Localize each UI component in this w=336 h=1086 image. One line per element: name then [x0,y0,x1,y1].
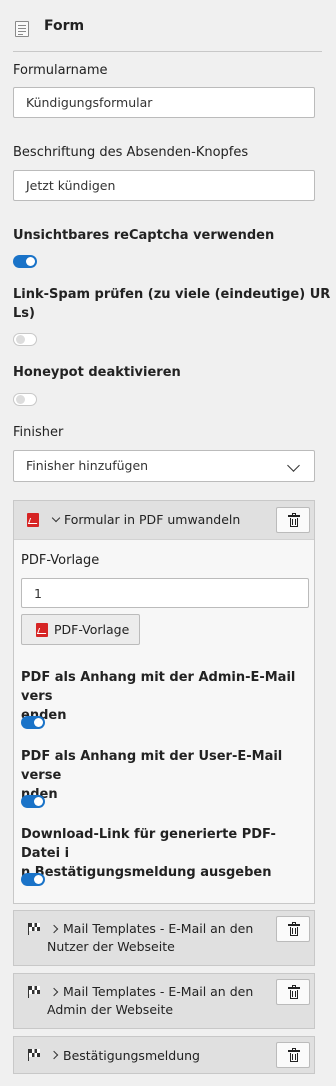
pdf-panel-body: PDF-Vorlage 1 PDF-Vorlage PDF als Anhang… [14,539,314,903]
finisher-select-value: Finisher hinzufügen [26,458,149,473]
pdf-icon [27,513,39,527]
pdf-template-button[interactable]: PDF-Vorlage [21,614,140,645]
pdf-icon [36,623,48,637]
user-attach-label: PDF als Anhang mit der User-E-Mail verse… [21,749,283,802]
trash-icon [288,1048,300,1062]
honeypot-toggle[interactable] [13,393,37,406]
chevron-down-icon [51,513,61,523]
recaptcha-label: Unsichtbares reCaptcha verwenden [13,228,275,243]
user-attach-toggle[interactable] [21,795,45,808]
linkspam-label: Link-Spam prüfen (zu viele (eindeutige) … [13,287,331,321]
pdf-panel-header[interactable]: Formular in PDF umwandeln [14,501,314,539]
download-link-label: Download-Link für generierte PDF-Datei i… [21,827,276,880]
confirmation-title: Bestätigungsmeldung [63,1048,200,1063]
confirmation-finisher-panel[interactable]: Bestätigungsmeldung [13,1036,315,1074]
chevron-right-icon [49,924,59,934]
delete-mail-admin-button[interactable] [276,979,310,1005]
mail-admin-title-line1: Mail Templates - E-Mail an den [63,984,254,999]
chevron-right-icon [49,987,59,997]
mail-user-title-line1: Mail Templates - E-Mail an den [63,921,254,936]
trash-icon [288,922,300,936]
delete-mail-user-button[interactable] [276,916,310,942]
finisher-select[interactable]: Finisher hinzufügen [13,450,315,482]
submit-label-label: Beschriftung des Absenden-Knopfes [13,145,249,160]
formname-label: Formularname [13,63,108,78]
flag-icon [28,923,41,935]
mail-admin-title-line2: Admin der Webseite [47,1002,174,1017]
flag-icon [28,1049,41,1061]
submit-label-input[interactable]: Jetzt kündigen [13,170,315,201]
page-title: Form [44,18,85,34]
pdf-finisher-panel: Formular in PDF umwandeln PDF-Vorlage 1 … [13,500,315,904]
header-divider [13,51,322,52]
form-icon [15,21,29,37]
pdf-template-button-label: PDF-Vorlage [54,622,130,637]
download-link-toggle[interactable] [21,873,45,886]
sidebar-header: Form [0,0,336,52]
delete-confirmation-button[interactable] [276,1042,310,1068]
pdf-template-input[interactable]: 1 [21,578,309,608]
mail-admin-finisher-panel[interactable]: Mail Templates - E-Mail an den Admin der… [13,973,315,1029]
admin-attach-label: PDF als Anhang mit der Admin-E-Mail vers… [21,670,296,723]
formname-input[interactable]: Kündigungsformular [13,87,315,118]
chevron-right-icon [49,1050,59,1060]
flag-icon [28,986,41,998]
admin-attach-toggle[interactable] [21,716,45,729]
trash-icon [288,513,300,527]
linkspam-toggle[interactable] [13,333,37,346]
mail-user-title-line2: Nutzer der Webseite [47,939,175,954]
trash-icon [288,985,300,999]
pdf-panel-title: Formular in PDF umwandeln [64,512,241,527]
pdf-template-label: PDF-Vorlage [21,553,100,568]
finisher-label: Finisher [13,425,64,440]
delete-pdf-finisher-button[interactable] [276,507,310,533]
honeypot-label: Honeypot deaktivieren [13,365,181,380]
recaptcha-toggle[interactable] [13,255,37,268]
mail-user-finisher-panel[interactable]: Mail Templates - E-Mail an den Nutzer de… [13,910,315,966]
chevron-down-icon [287,459,300,472]
